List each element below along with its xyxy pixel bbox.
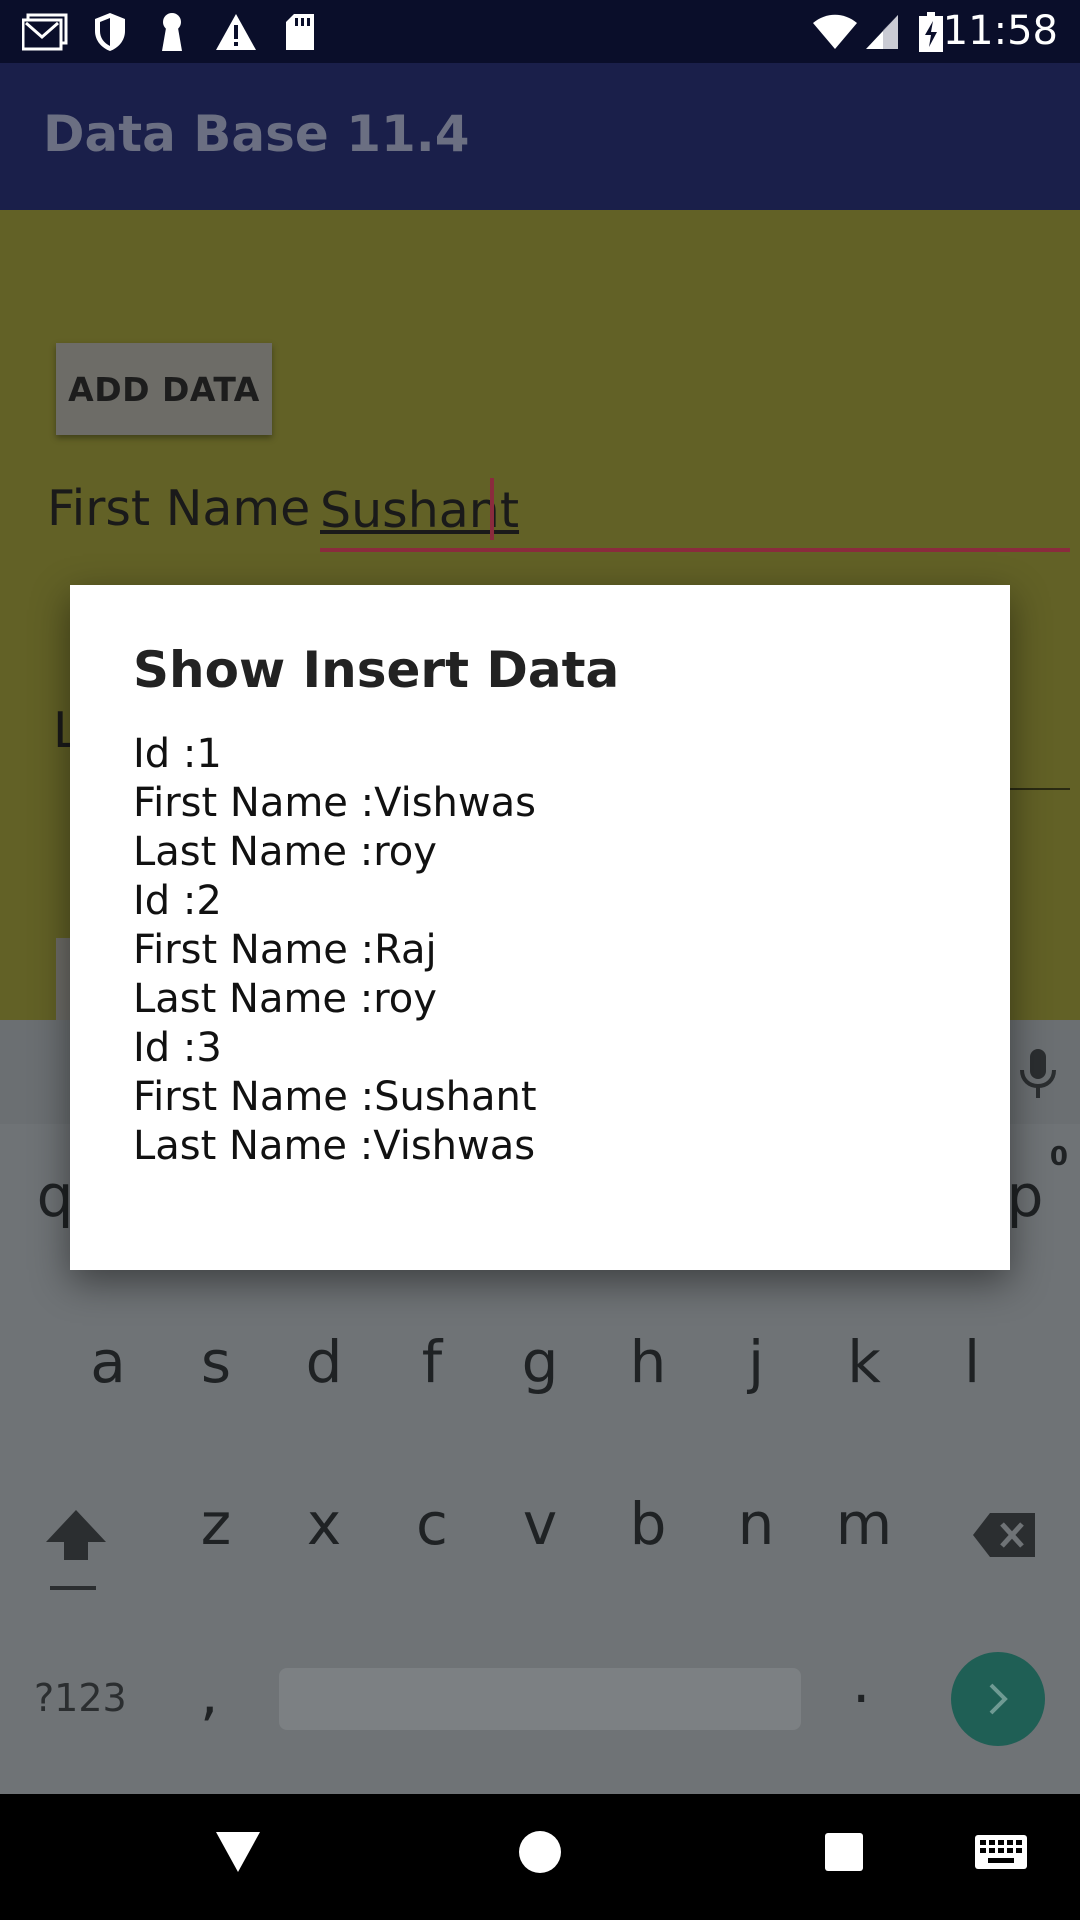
key-c[interactable]: c — [387, 1490, 477, 1558]
key-k[interactable]: k — [819, 1328, 909, 1396]
key-f[interactable]: f — [387, 1328, 477, 1396]
comma-key[interactable]: , — [200, 1660, 218, 1728]
key-l[interactable]: l — [927, 1328, 1017, 1396]
dialog-message: Id :1 First Name :Vishwas Last Name :roy… — [133, 730, 537, 1171]
key-v[interactable]: v — [495, 1490, 585, 1558]
add-data-button[interactable]: ADD DATA — [56, 343, 272, 435]
record-id: Id :2 — [133, 878, 222, 924]
key-h[interactable]: h — [603, 1328, 693, 1396]
sd-card-icon — [284, 12, 316, 52]
key-p-hint: 0 — [1049, 1142, 1068, 1172]
navigation-bar — [0, 1794, 1080, 1920]
shift-icon[interactable] — [44, 1508, 108, 1598]
back-icon[interactable] — [213, 1824, 263, 1880]
space-key[interactable] — [279, 1668, 801, 1730]
record-first-name: First Name :Vishwas — [133, 780, 536, 826]
microphone-icon[interactable] — [1018, 1048, 1058, 1104]
record-last-name: Last Name :roy — [133, 829, 437, 875]
signal-icon — [864, 12, 900, 52]
gmail-icon — [22, 12, 68, 52]
key-g[interactable]: g — [495, 1328, 585, 1396]
app-bar: Data Base 11.4 — [0, 63, 1080, 210]
key-d[interactable]: d — [279, 1328, 369, 1396]
key-b[interactable]: b — [603, 1490, 693, 1558]
home-icon[interactable] — [518, 1824, 562, 1880]
key-m[interactable]: m — [819, 1490, 909, 1558]
battery-charging-icon — [918, 12, 944, 52]
wifi-icon — [812, 12, 858, 52]
record-last-name: Last Name :Vishwas — [133, 1123, 536, 1169]
shield-icon — [92, 12, 128, 52]
first-name-label: First Name — [47, 480, 311, 537]
key-j[interactable]: j — [711, 1328, 801, 1396]
record-first-name: First Name :Sushant — [133, 1074, 537, 1120]
insert-data-dialog[interactable]: Show Insert Data Id :1 First Name :Vishw… — [70, 585, 1010, 1270]
backspace-icon[interactable] — [972, 1512, 1036, 1562]
chevron-right-icon — [989, 1683, 1008, 1715]
key-z[interactable]: z — [171, 1490, 261, 1558]
key-x[interactable]: x — [279, 1490, 369, 1558]
period-key[interactable]: . — [852, 1648, 870, 1716]
status-bar: 11:58 — [0, 0, 1080, 63]
text-cursor — [490, 478, 494, 540]
symbols-key[interactable]: ?123 — [34, 1676, 127, 1720]
dialog-title: Show Insert Data — [133, 641, 620, 699]
record-last-name: Last Name :roy — [133, 976, 437, 1022]
last-name-underline[interactable] — [1000, 788, 1070, 790]
status-time: 11:58 — [942, 8, 1058, 54]
enter-key[interactable] — [951, 1652, 1045, 1746]
first-name-input[interactable]: Sushant — [320, 482, 1070, 554]
key-n[interactable]: n — [711, 1490, 801, 1558]
key-a[interactable]: a — [63, 1328, 153, 1396]
keyhole-icon — [158, 12, 186, 52]
app-title: Data Base 11.4 — [43, 105, 470, 163]
record-id: Id :1 — [133, 731, 222, 777]
record-first-name: First Name :Raj — [133, 927, 437, 973]
warning-icon — [214, 12, 258, 52]
record-id: Id :3 — [133, 1025, 222, 1071]
recents-icon[interactable] — [823, 1824, 865, 1880]
key-s[interactable]: s — [171, 1328, 261, 1396]
keyboard-icon[interactable] — [974, 1824, 1028, 1880]
first-name-underline — [320, 548, 1070, 552]
